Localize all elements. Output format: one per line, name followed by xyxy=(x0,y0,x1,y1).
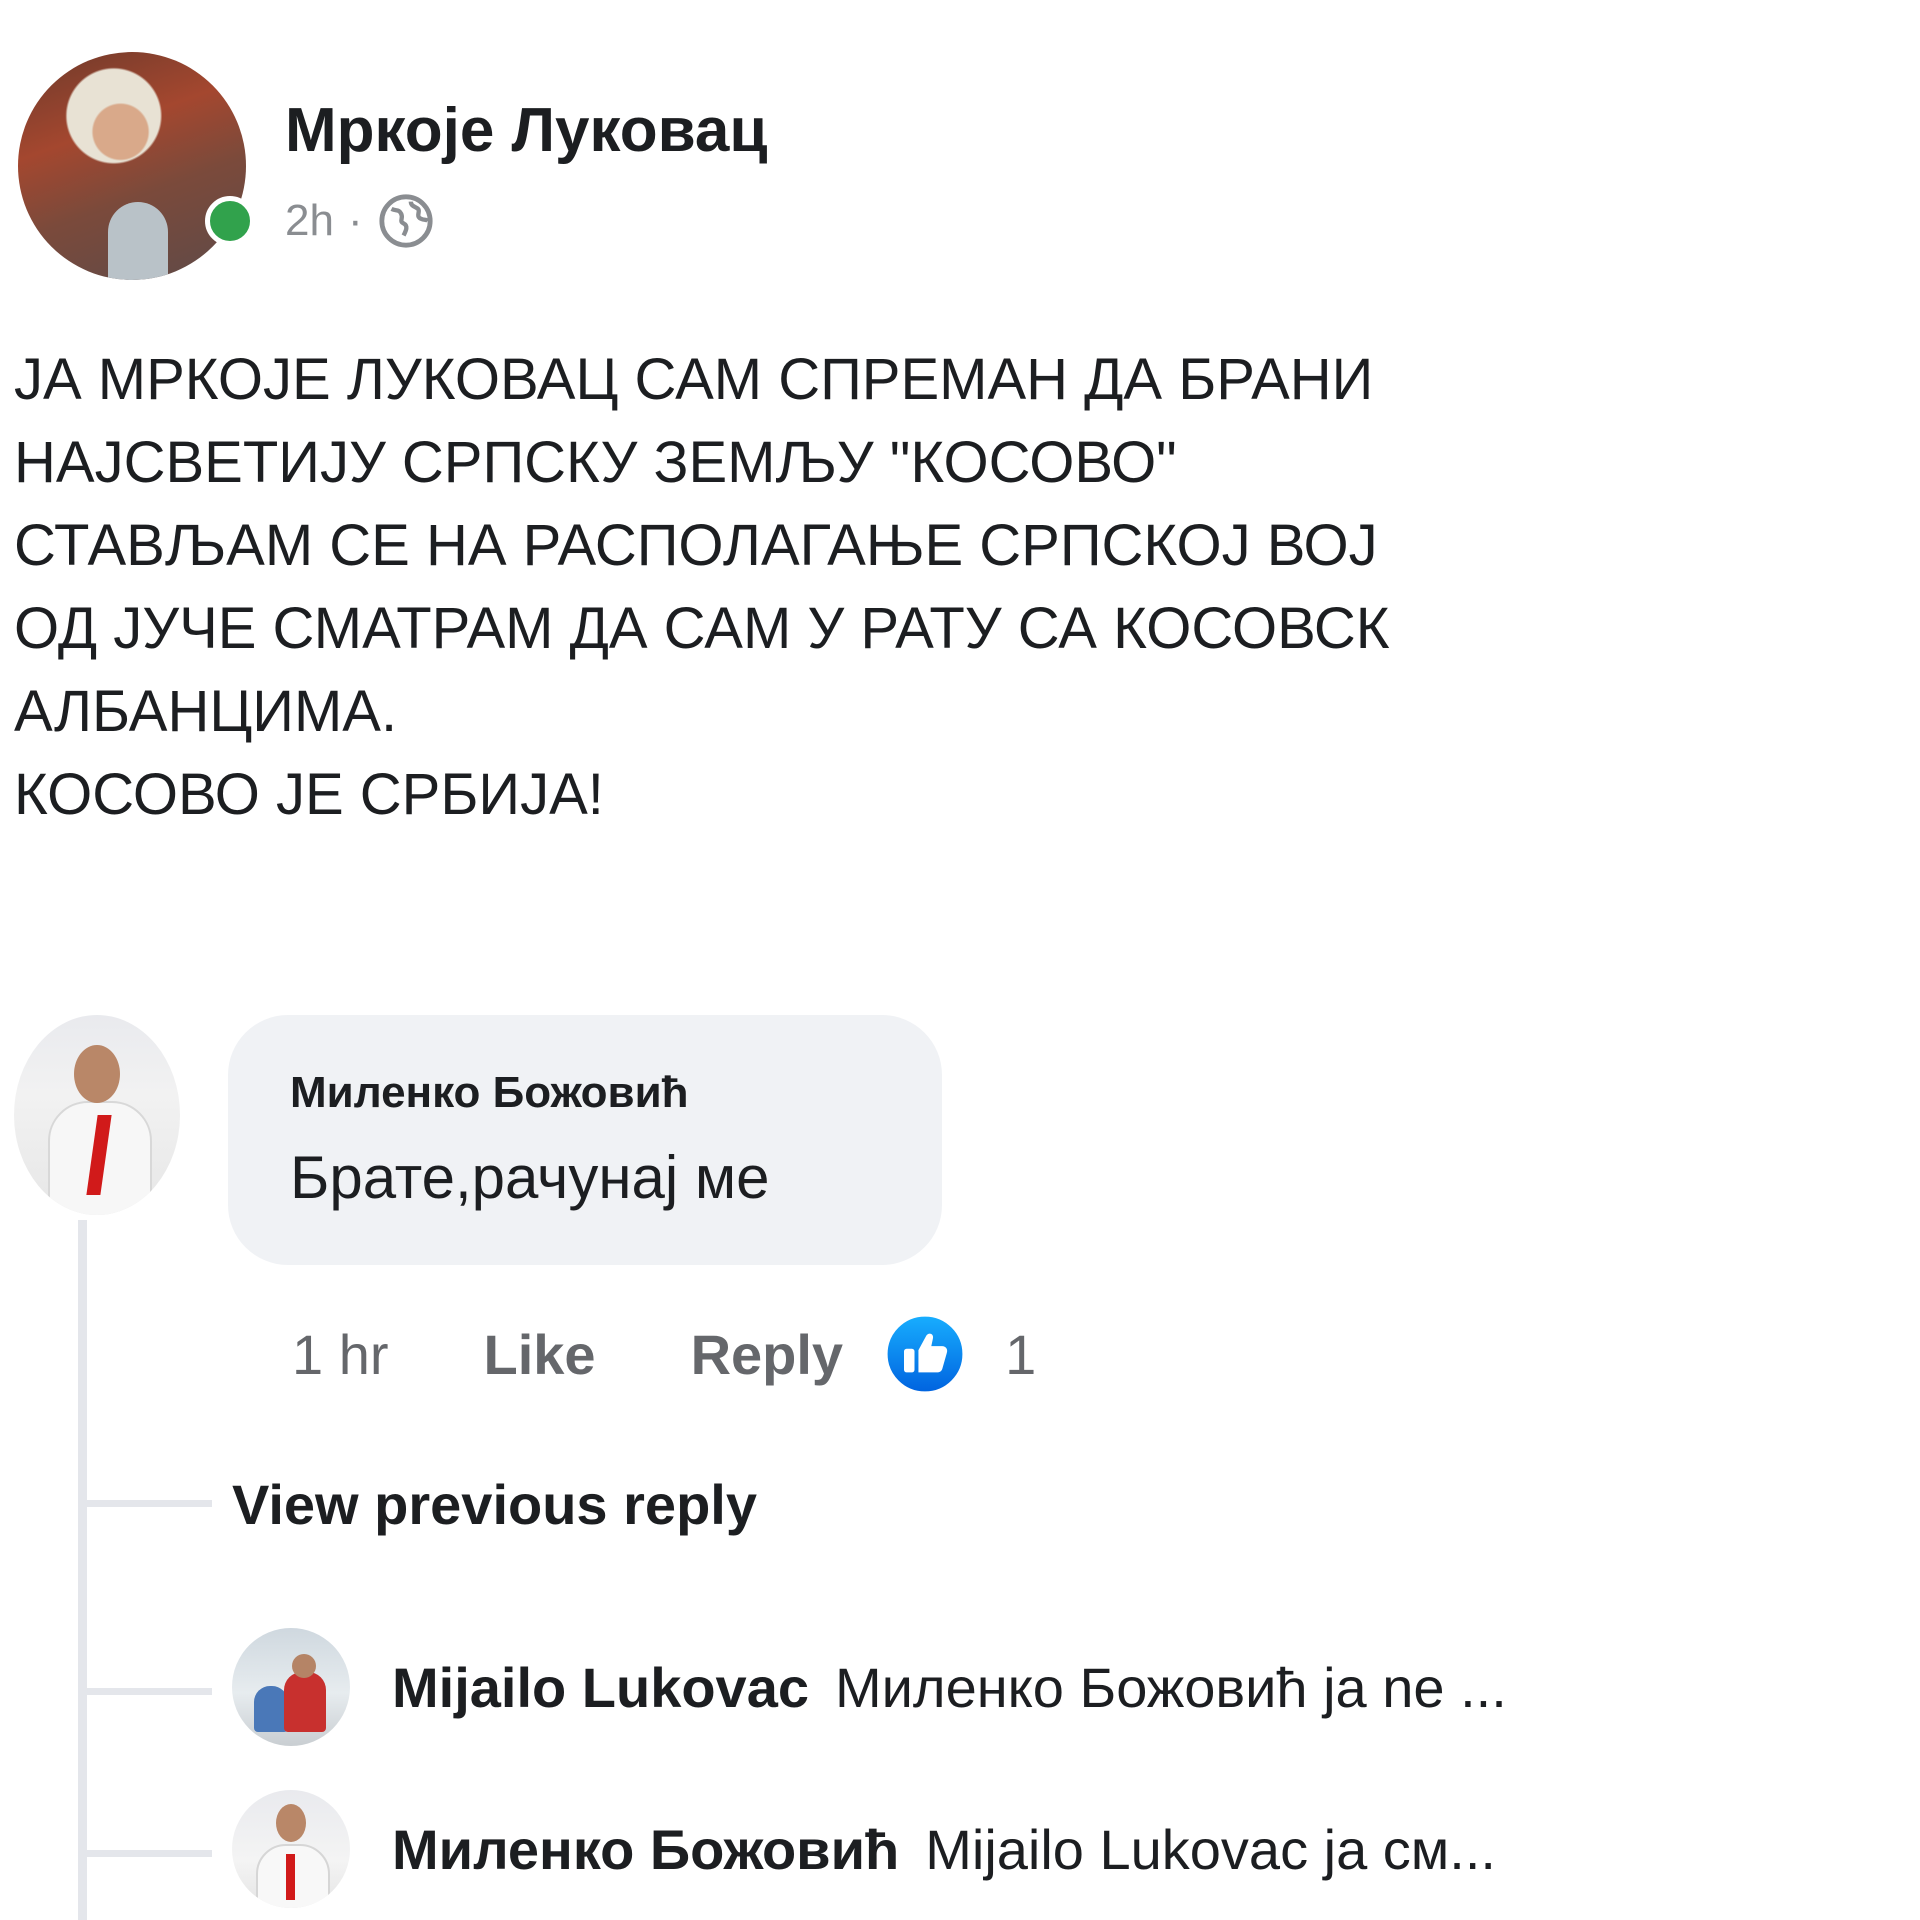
thread-line xyxy=(78,1220,87,1920)
comment-actions: 1 hr Like Reply 1 xyxy=(292,1312,1036,1396)
reply-author-name[interactable]: Миленко Божовић xyxy=(392,1817,899,1882)
reply-text[interactable]: Mijailo Lukovac ја см... xyxy=(925,1817,1496,1882)
reply-avatar[interactable] xyxy=(232,1790,350,1908)
comment-author-name[interactable]: Миленко Божовић xyxy=(290,1068,689,1118)
post-text: ЈА МРКОЈЕ ЛУКОВАЦ САМ СПРЕМАН ДА БРАНИ Н… xyxy=(14,347,1390,827)
comment-time[interactable]: 1 hr xyxy=(292,1322,389,1387)
meta-separator: · xyxy=(347,196,363,245)
commenter-avatar[interactable] xyxy=(14,1015,180,1215)
author-avatar[interactable] xyxy=(18,52,246,280)
reply-author-name[interactable]: Mijailo Lukovac xyxy=(392,1655,809,1720)
online-status-icon xyxy=(205,196,255,246)
globe-icon xyxy=(379,194,433,248)
reply-button[interactable]: Reply xyxy=(691,1322,844,1387)
like-button[interactable]: Like xyxy=(484,1322,596,1387)
view-previous-reply-link[interactable]: View previous reply xyxy=(232,1472,757,1537)
reply-item[interactable]: Mijailo Lukovac Миленко Божовић ја ne ..… xyxy=(232,1628,1507,1746)
reply-text[interactable]: Миленко Божовић ја ne ... xyxy=(835,1655,1507,1720)
comment-bubble xyxy=(228,1015,942,1265)
reaction-count[interactable]: 1 xyxy=(1005,1322,1036,1387)
post-time[interactable]: 2h xyxy=(285,196,334,246)
thread-branch xyxy=(87,1850,212,1857)
reply-avatar[interactable] xyxy=(232,1628,350,1746)
thumbs-up-icon[interactable] xyxy=(883,1312,967,1396)
thread-branch xyxy=(87,1688,212,1695)
post-meta: 2h · xyxy=(285,192,435,250)
post-author-name[interactable]: Мркоје Луковац xyxy=(285,95,768,166)
thread-branch xyxy=(87,1500,212,1507)
reply-item[interactable]: Миленко Божовић Mijailo Lukovac ја см... xyxy=(232,1790,1496,1908)
comment-text: Брате,рачунај ме xyxy=(290,1144,770,1211)
